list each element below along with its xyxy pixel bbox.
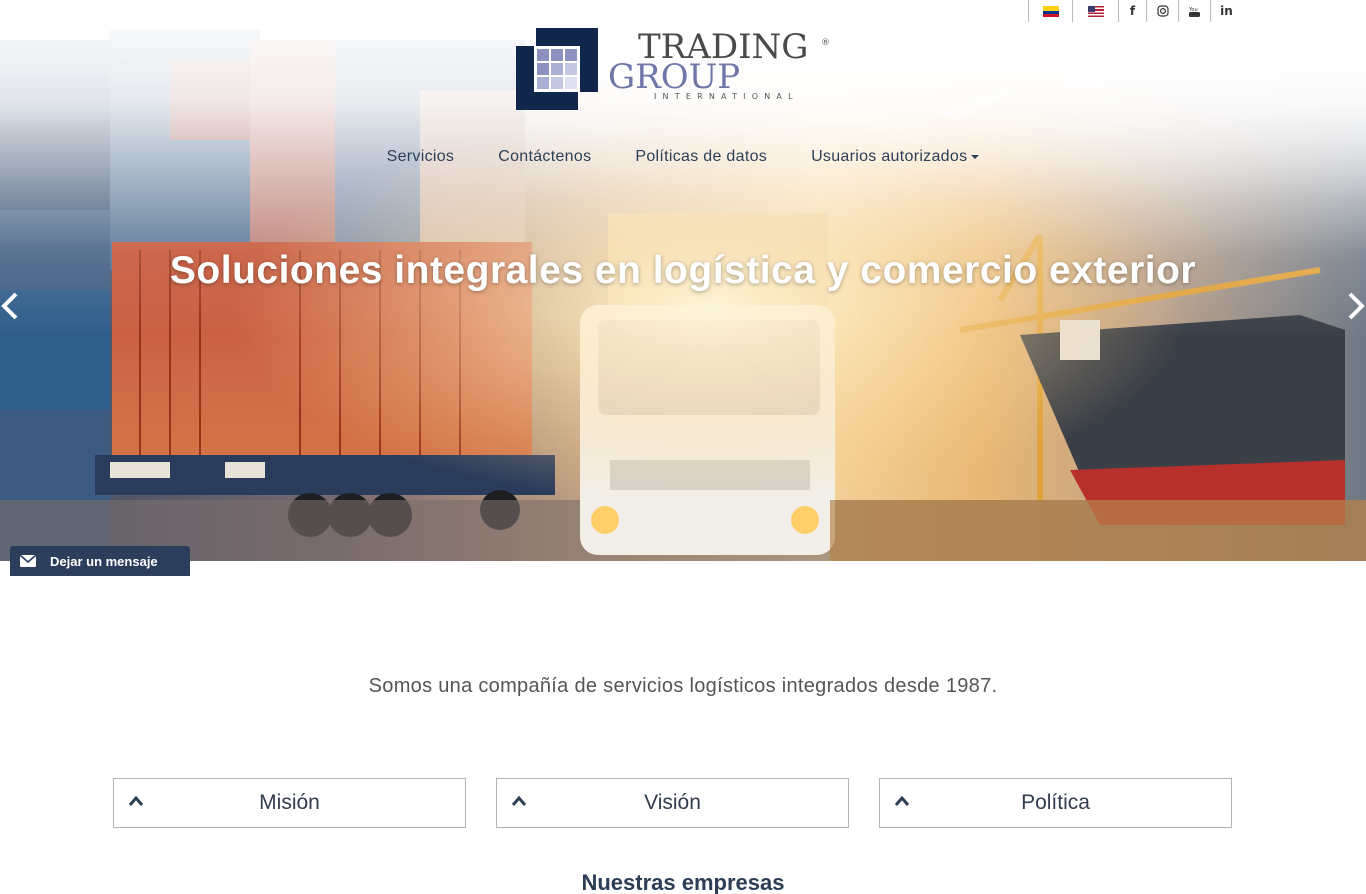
main-nav: Servicios Contáctenos Políticas de datos… bbox=[0, 148, 1366, 166]
card-vision[interactable]: Visión bbox=[496, 778, 849, 828]
leave-message-button[interactable]: Dejar un mensaje bbox=[10, 546, 190, 576]
logo-mark-icon bbox=[516, 28, 598, 110]
chevron-up-icon bbox=[511, 795, 527, 806]
flag-usa-icon bbox=[1087, 5, 1104, 17]
card-vision-label: Visión bbox=[644, 791, 701, 814]
chevron-up-icon bbox=[894, 795, 910, 806]
envelope-icon bbox=[20, 555, 36, 567]
language-english[interactable] bbox=[1072, 0, 1118, 22]
chevron-left-icon[interactable] bbox=[0, 290, 24, 322]
logo-text-group: GROUP bbox=[608, 57, 741, 97]
company-tagline: Somos una compañía de servicios logístic… bbox=[368, 675, 998, 697]
hero-title: Soluciones integrales en logística y com… bbox=[169, 249, 1197, 292]
nav-usuarios-label: Usuarios autorizados bbox=[811, 148, 968, 165]
card-politica-label: Política bbox=[1021, 791, 1090, 814]
flag-colombia-icon bbox=[1042, 5, 1059, 17]
nav-politicas-de-datos[interactable]: Políticas de datos bbox=[613, 148, 789, 166]
leave-message-label: Dejar un mensaje bbox=[50, 553, 158, 569]
language-spanish[interactable] bbox=[1028, 0, 1072, 22]
accordion-cards: Misión Visión Política bbox=[113, 778, 1232, 828]
card-mision[interactable]: Misión bbox=[113, 778, 466, 828]
site-logo[interactable]: TRADING GROUP INTERNATIONAL ® bbox=[516, 28, 836, 112]
nav-contactenos[interactable]: Contáctenos bbox=[476, 148, 613, 166]
card-politica[interactable]: Política bbox=[879, 778, 1232, 828]
youtube-icon[interactable]: You bbox=[1178, 0, 1210, 22]
chevron-right-icon[interactable] bbox=[1342, 290, 1366, 322]
linkedin-icon[interactable]: in bbox=[1210, 0, 1242, 22]
caret-down-icon bbox=[971, 154, 980, 159]
section-title-nuestras-empresas: Nuestras empresas bbox=[581, 870, 785, 894]
registered-mark: ® bbox=[821, 38, 830, 48]
facebook-icon[interactable]: f bbox=[1118, 0, 1146, 22]
logo-text-international: INTERNATIONAL bbox=[654, 92, 799, 101]
instagram-icon[interactable] bbox=[1146, 0, 1178, 22]
chevron-up-icon bbox=[128, 795, 144, 806]
nav-usuarios-autorizados[interactable]: Usuarios autorizados bbox=[789, 148, 1001, 166]
card-mision-label: Misión bbox=[259, 791, 320, 814]
utility-bar: f You in bbox=[1028, 0, 1242, 22]
nav-servicios[interactable]: Servicios bbox=[365, 148, 477, 166]
